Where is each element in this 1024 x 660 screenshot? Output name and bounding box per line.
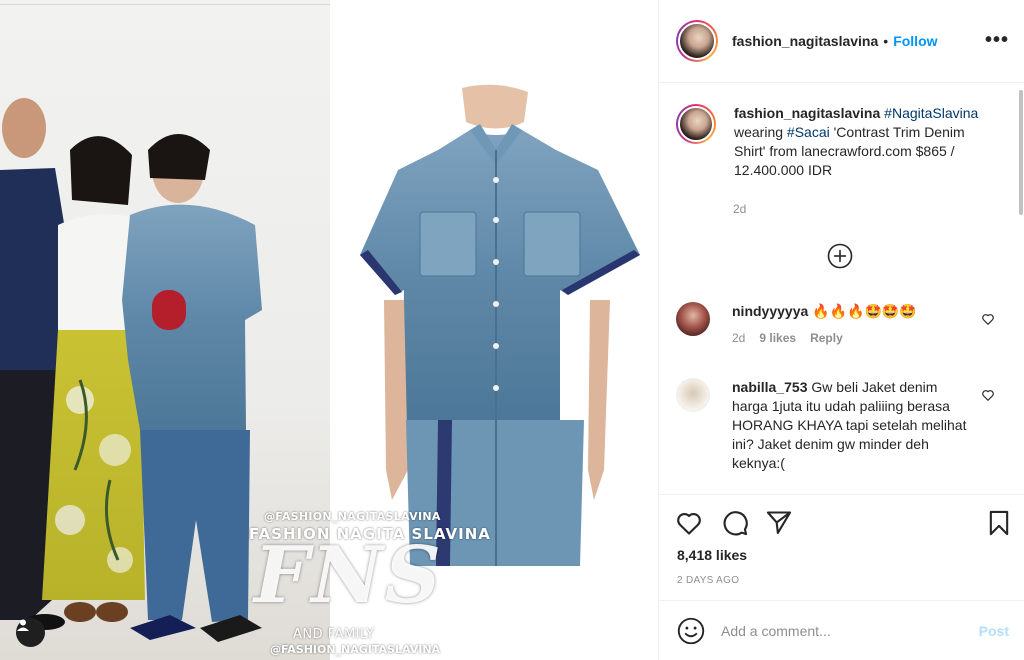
likes-count[interactable]: 8,418 likes — [677, 547, 747, 563]
hashtag-link[interactable]: #NagitaSlavina — [884, 105, 978, 121]
comment-time[interactable]: 2d — [732, 329, 745, 348]
comment-body: nabilla_753 Gw beli Jaket denim harga 1j… — [732, 378, 972, 473]
post-actions: 8,418 likes 2 DAYS AGO — [659, 494, 1024, 600]
comment-input[interactable] — [721, 622, 961, 639]
comment-item: nindyyyyya 🔥🔥🔥🤩🤩🤩 2d 9 likes Reply — [676, 302, 972, 348]
follow-button[interactable]: Follow — [893, 33, 937, 49]
separator-dot: • — [883, 33, 889, 49]
caption-body: wearing — [734, 124, 784, 140]
commenter-avatar[interactable] — [676, 302, 710, 336]
post-header: fashion_nagitaslavina • Follow ••• — [659, 0, 1024, 83]
post-sidebar: fashion_nagitaslavina • Follow ••• fashi… — [658, 0, 1024, 660]
comments-scrollbar[interactable] — [1019, 90, 1023, 215]
comment-text: 🔥🔥🔥🤩🤩🤩 — [812, 303, 917, 319]
heart-icon[interactable] — [981, 312, 995, 326]
reply-button[interactable]: Reply — [810, 329, 843, 348]
commenter-username[interactable]: nindyyyyya — [732, 303, 808, 319]
caption-username[interactable]: fashion_nagitaslavina — [734, 105, 880, 121]
watermark-logo: FNS — [254, 530, 444, 621]
comment-body: nindyyyyya 🔥🔥🔥🤩🤩🤩 2d 9 likes Reply — [732, 302, 972, 348]
more-options-icon[interactable]: ••• — [985, 30, 1009, 50]
denim-shirt — [360, 84, 640, 566]
post-comment-button[interactable]: Post — [979, 623, 1009, 639]
user-tag-icon[interactable] — [16, 618, 45, 647]
hashtag-link[interactable]: #Sacai — [787, 124, 830, 140]
watermark-handle-bottom: @FASHION_NAGITASLAVINA — [270, 643, 441, 656]
author-username[interactable]: fashion_nagitaslavina — [732, 33, 878, 49]
heart-icon[interactable] — [675, 509, 703, 537]
caption-text: fashion_nagitaslavina #NagitaSlavina wea… — [734, 104, 996, 180]
author-avatar[interactable] — [676, 20, 718, 62]
commenter-username[interactable]: nabilla_753 — [732, 379, 808, 395]
post-caption: fashion_nagitaslavina #NagitaSlavina wea… — [676, 104, 996, 180]
plus-circle-icon[interactable] — [827, 243, 853, 269]
comment-item: nabilla_753 Gw beli Jaket denim harga 1j… — [676, 378, 972, 473]
smiley-icon[interactable] — [677, 617, 705, 645]
heart-icon[interactable] — [981, 388, 995, 402]
paper-plane-icon[interactable] — [765, 509, 793, 537]
bookmark-icon[interactable] — [985, 509, 1013, 537]
caption-timestamp[interactable]: 2d — [733, 202, 746, 216]
comment-composer: Post — [659, 600, 1024, 660]
post-date[interactable]: 2 DAYS AGO — [677, 575, 739, 586]
comments-section[interactable]: fashion_nagitaslavina #NagitaSlavina wea… — [659, 84, 1024, 494]
comment-likes[interactable]: 9 likes — [759, 329, 796, 348]
comment-meta: 2d 9 likes Reply — [732, 329, 972, 348]
watermark-handle-top: @FASHION_NAGITASLAVINA — [264, 510, 441, 523]
commenter-avatar[interactable] — [676, 378, 710, 412]
comment-bubble-icon[interactable] — [721, 509, 749, 537]
post-image[interactable]: @FASHION_NAGITASLAVINA FASHION NAGITA SL… — [0, 0, 658, 660]
caption-avatar[interactable] — [676, 104, 716, 144]
watermark-family: AND FAMILY — [293, 627, 375, 642]
